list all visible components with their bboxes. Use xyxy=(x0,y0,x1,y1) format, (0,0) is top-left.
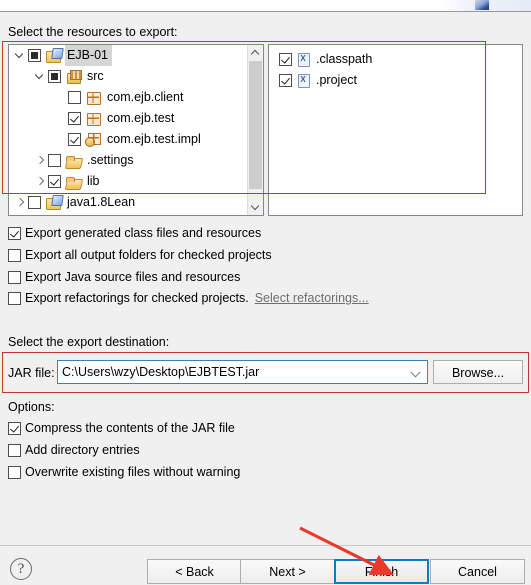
jar-option-checkbox[interactable] xyxy=(8,443,21,457)
package-badge-icon xyxy=(85,136,95,147)
tree-row[interactable]: com.ejb.test xyxy=(9,108,248,129)
chevron-right-icon[interactable] xyxy=(13,192,28,213)
window-thumbnail-icon xyxy=(475,0,489,10)
export-option-label: Export refactorings for checked projects… xyxy=(25,291,249,305)
tree-row-label: com.ejb.client xyxy=(107,90,184,104)
tree-row[interactable]: java1.8Lean xyxy=(9,192,248,213)
chevron-right-icon[interactable] xyxy=(33,171,48,192)
scrollbar-thumb[interactable] xyxy=(249,61,262,189)
select-refactorings-link[interactable]: Select refactorings... xyxy=(255,291,369,305)
tree-row-checkbox[interactable] xyxy=(68,112,81,125)
tree-row-label: lib xyxy=(87,174,100,188)
browse-button[interactable]: Browse... xyxy=(433,360,523,384)
jar-option-checkbox[interactable] xyxy=(8,465,21,479)
finish-button[interactable]: Finish xyxy=(334,559,429,584)
scroll-up-arrow-icon[interactable] xyxy=(248,45,263,60)
options-label: Options: xyxy=(8,400,55,414)
jar-option-row[interactable]: Add directory entries xyxy=(8,443,140,457)
destination-label: Select the export destination: xyxy=(8,335,170,349)
help-icon[interactable]: ? xyxy=(10,558,32,580)
folder-icon xyxy=(65,174,82,190)
project-icon xyxy=(45,48,62,64)
file-row-checkbox[interactable] xyxy=(279,74,292,87)
resource-tree-pane[interactable]: EJB-01 src com.ejb.client com.ejb.test com.e… xyxy=(8,44,264,216)
chevron-right-icon[interactable] xyxy=(33,150,48,171)
resources-label: Select the resources to export: xyxy=(8,25,178,39)
resource-file-rows[interactable]: .classpath .project xyxy=(269,45,522,91)
background-window-strip xyxy=(0,0,531,12)
chevron-down-icon[interactable] xyxy=(405,361,427,383)
tree-row-checkbox[interactable] xyxy=(48,70,61,83)
tree-row-checkbox[interactable] xyxy=(68,91,81,104)
chevron-right-icon[interactable] xyxy=(13,213,28,215)
jar-option-checkbox[interactable] xyxy=(8,421,21,435)
xml-file-icon xyxy=(296,73,311,88)
xml-file-icon xyxy=(296,52,311,67)
jar-option-label: Compress the contents of the JAR file xyxy=(25,421,235,435)
jar-option-label: Add directory entries xyxy=(25,443,140,457)
tree-row[interactable]: EJB-01 xyxy=(9,45,248,66)
tree-row[interactable]: lib xyxy=(9,171,248,192)
tree-row-label: com.ejb.test xyxy=(107,111,175,125)
export-option-checkbox[interactable] xyxy=(8,226,21,240)
tree-row-label: EJB-01 xyxy=(65,45,112,66)
jar-option-label: Overwrite existing files without warning xyxy=(25,465,241,479)
tree-row-checkbox[interactable] xyxy=(48,154,61,167)
tree-row[interactable]: com.ejb.test.impl xyxy=(9,129,248,150)
jar-file-label: JAR file: xyxy=(8,366,55,380)
file-row-label: .project xyxy=(316,73,357,87)
tree-row[interactable]: com.ejb.client xyxy=(9,87,248,108)
tree-row-checkbox[interactable] xyxy=(68,133,81,146)
scroll-down-arrow-icon[interactable] xyxy=(248,200,263,215)
package-icon xyxy=(85,111,102,127)
export-option-row[interactable]: Export Java source files and resources xyxy=(8,270,240,284)
chevron-down-icon[interactable] xyxy=(13,45,28,66)
export-option-row[interactable]: Export all output folders for checked pr… xyxy=(8,248,272,262)
tree-row-label: src xyxy=(87,69,104,83)
file-row[interactable]: .project xyxy=(269,70,522,91)
cancel-button[interactable]: Cancel xyxy=(430,559,525,584)
tree-row-partial[interactable] xyxy=(9,213,248,215)
jar-option-row[interactable]: Overwrite existing files without warning xyxy=(8,465,240,479)
jar-file-input[interactable]: C:\Users\wzy\Desktop\EJBTEST.jar xyxy=(58,365,405,379)
file-row[interactable]: .classpath xyxy=(269,49,522,70)
export-option-label: Export generated class files and resourc… xyxy=(25,226,262,240)
export-option-label: Export Java source files and resources xyxy=(25,270,241,284)
tree-vertical-scrollbar[interactable] xyxy=(247,45,263,215)
chevron-down-icon[interactable] xyxy=(33,66,48,87)
tree-row-checkbox[interactable] xyxy=(48,175,61,188)
source-folder-icon xyxy=(65,69,82,85)
export-option-label: Export all output folders for checked pr… xyxy=(25,248,272,262)
tree-row-label: .settings xyxy=(87,153,134,167)
next-button[interactable]: Next > xyxy=(240,559,335,584)
tree-row-label: com.ejb.test.impl xyxy=(107,132,201,146)
jar-export-dialog: Select the resources to export: EJB-01 sr… xyxy=(0,0,531,584)
export-option-row[interactable]: Export generated class files and resourc… xyxy=(8,226,261,240)
file-row-checkbox[interactable] xyxy=(279,53,292,66)
jar-option-row[interactable]: Compress the contents of the JAR file xyxy=(8,421,235,435)
tree-row-label: java1.8Lean xyxy=(67,195,136,209)
jar-file-combo[interactable]: C:\Users\wzy\Desktop\EJBTEST.jar xyxy=(57,360,428,384)
export-option-checkbox[interactable] xyxy=(8,291,21,305)
tree-row[interactable]: .settings xyxy=(9,150,248,171)
export-option-checkbox[interactable] xyxy=(8,248,21,262)
folder-icon xyxy=(65,153,82,169)
tree-row-checkbox[interactable] xyxy=(28,49,41,62)
project-icon xyxy=(45,195,62,211)
resource-tree-rows[interactable]: EJB-01 src com.ejb.client com.ejb.test com.e… xyxy=(9,45,248,215)
back-button[interactable]: < Back xyxy=(147,559,242,584)
package-icon xyxy=(85,90,102,106)
tree-row-checkbox[interactable] xyxy=(28,196,41,209)
file-row-label: .classpath xyxy=(316,52,373,66)
export-option-row[interactable]: Export refactorings for checked projects… xyxy=(8,291,369,305)
export-option-checkbox[interactable] xyxy=(8,270,21,284)
tree-row[interactable]: src xyxy=(9,66,248,87)
package-impl-icon xyxy=(85,132,102,148)
resource-file-pane[interactable]: .classpath .project xyxy=(268,44,523,216)
